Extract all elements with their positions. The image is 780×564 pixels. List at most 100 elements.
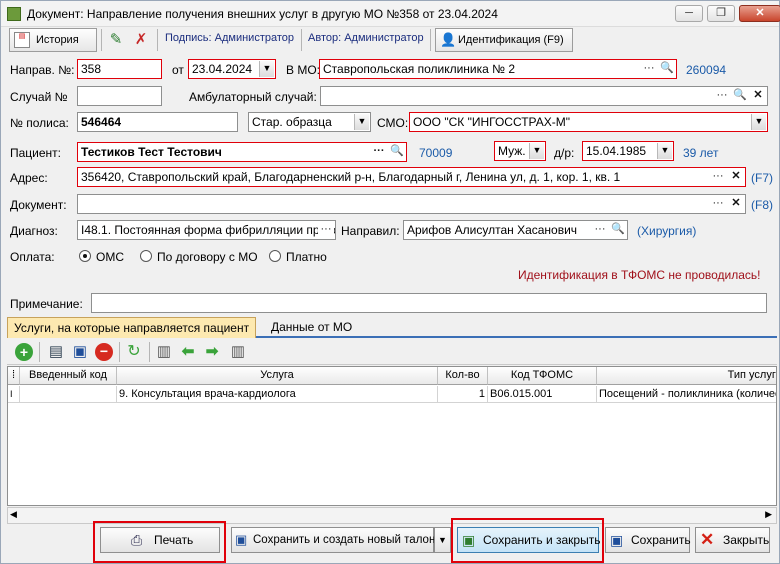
diagnosis-field[interactable]: I48.1. Постоянная форма фибрилляции пред… — [77, 220, 336, 240]
toolbar-separator — [39, 342, 40, 362]
chevron-down-icon[interactable]: ▼ — [529, 143, 544, 159]
ellipsis-icon[interactable]: ··· — [710, 169, 726, 185]
payment-option-oms[interactable]: ОМС — [96, 250, 124, 264]
address-value: 356420, Ставропольский край, Благодарнен… — [81, 170, 621, 184]
chevron-down-icon[interactable]: ▼ — [751, 114, 766, 130]
columns-icon[interactable]: ▥ — [155, 343, 173, 361]
columns-settings-icon[interactable]: ▥ — [229, 343, 247, 361]
payment-radio-contract[interactable] — [140, 250, 152, 262]
table-cell-service[interactable]: 9. Консультация врача-кардиолога — [117, 386, 438, 403]
case-number-input[interactable] — [77, 86, 162, 106]
save-new-dropdown[interactable]: ▼ — [434, 527, 451, 553]
dob-date-picker[interactable]: 15.04.1985 ▼ — [582, 141, 674, 161]
amb-case-label: Амбулаторный случай: — [189, 90, 317, 104]
refresh-icon[interactable]: ↻ — [125, 343, 143, 361]
print-label: Печать — [154, 533, 194, 547]
document-field[interactable]: ··· ✕ — [77, 194, 746, 214]
add-icon[interactable]: + — [15, 343, 33, 361]
note-input[interactable] — [91, 293, 767, 313]
column-header-quantity[interactable]: Кол-во — [438, 367, 488, 385]
maximize-button[interactable]: ❐ — [707, 5, 735, 22]
payment-option-paid[interactable]: Платно — [286, 250, 327, 264]
scroll-right-icon[interactable]: ▶ — [765, 509, 772, 520]
amb-case-field[interactable]: ··· 🔍 ✕ — [320, 86, 768, 106]
arrow-left-icon[interactable]: ⬅ — [179, 343, 197, 361]
policy-type-select[interactable]: Стар. образца ▼ — [248, 112, 371, 132]
save-close-label: Сохранить и закрыть — [483, 533, 601, 547]
services-grid[interactable]: ⁞ Введенный код Услуга Кол-во Код ТФОМС … — [7, 366, 777, 506]
column-header-service-type[interactable]: Тип услуги — [597, 367, 776, 385]
ellipsis-icon[interactable]: ··· — [592, 222, 608, 238]
scroll-left-icon[interactable]: ◀ — [10, 509, 17, 520]
sent-by-field[interactable]: Арифов Алисултан Хасанович ··· 🔍 — [403, 220, 628, 240]
ellipsis-icon[interactable]: ··· — [318, 222, 334, 238]
chevron-down-icon[interactable]: ▼ — [657, 143, 672, 159]
save-button[interactable]: ▣ Сохранить — [605, 527, 691, 553]
app-icon — [7, 7, 21, 21]
edit-icon[interactable]: ▤ — [47, 343, 65, 361]
chevron-down-icon[interactable]: ▼ — [259, 61, 274, 77]
dob-value: 15.04.1985 — [586, 144, 647, 158]
patient-field[interactable]: Тестиков Тест Тестович ··· 🔍 — [77, 142, 407, 162]
tab-services[interactable]: Услуги, на которые направляется пациент — [7, 317, 257, 338]
search-icon[interactable]: 🔍 — [659, 61, 675, 77]
document-hotkey: (F8) — [751, 198, 773, 212]
payment-option-contract[interactable]: По договору с МО — [157, 250, 258, 264]
close-window-button[interactable]: ✕ — [739, 5, 780, 22]
patient-label: Пациент: — [10, 146, 62, 160]
minimize-button[interactable]: ─ — [675, 5, 703, 22]
table-cell-entered-code[interactable] — [20, 386, 117, 403]
save-close-button[interactable]: ▣ Сохранить и закрыть — [457, 527, 601, 553]
payment-radio-oms[interactable] — [79, 250, 91, 262]
history-label: История — [36, 34, 79, 46]
table-cell-tfoms-code[interactable]: B06.015.001 — [488, 386, 597, 403]
save-label: Сохранить — [631, 533, 691, 547]
save-icon[interactable]: ▣ — [71, 343, 89, 361]
document-label: Документ: — [10, 198, 67, 212]
signature-info: Подпись: Администратор — [165, 32, 295, 44]
search-icon[interactable]: 🔍 — [732, 88, 748, 104]
clear-icon[interactable]: ✕ — [728, 169, 744, 185]
tab-mo-data[interactable]: Данные от МО — [265, 317, 358, 338]
mo-field[interactable]: Ставропольская поликлиника № 2 ··· 🔍 — [319, 59, 677, 79]
table-cell-quantity[interactable]: 1 — [438, 386, 488, 403]
address-field[interactable]: 356420, Ставропольский край, Благодарнен… — [77, 167, 746, 187]
search-icon[interactable]: 🔍 — [610, 222, 626, 238]
save-icon: ▣ — [610, 532, 624, 548]
sex-select[interactable]: Муж. ▼ — [494, 141, 546, 161]
ellipsis-icon[interactable]: ··· — [710, 196, 726, 212]
author-info: Автор: Администратор — [308, 32, 424, 44]
save-new-button[interactable]: ▣ Сохранить и создать новый талон — [231, 527, 436, 553]
patient-code-link[interactable]: 70009 — [419, 146, 452, 160]
column-header-tfoms-code[interactable]: Код ТФОМС — [488, 367, 597, 385]
mo-code-link[interactable]: 260094 — [686, 63, 726, 77]
naprav-date-picker[interactable]: 23.04.2024 ▼ — [188, 59, 276, 79]
arrow-right-icon[interactable]: ➡ — [203, 343, 221, 361]
ellipsis-icon[interactable]: ··· — [641, 61, 657, 77]
print-button[interactable]: ⎙ Печать — [100, 527, 220, 553]
unsign-icon[interactable]: ✗ — [131, 30, 151, 50]
policy-number-input[interactable]: 546464 — [77, 112, 238, 132]
row-indicator[interactable]: I — [8, 386, 20, 403]
clear-icon[interactable]: ✕ — [728, 196, 744, 212]
save-new-label: Сохранить и создать новый талон — [253, 534, 436, 546]
delete-icon[interactable]: − — [95, 343, 113, 361]
sent-by-department[interactable]: (Хирургия) — [637, 224, 696, 238]
table-cell-service-type[interactable]: Посещений - поликлиника (количество) — [597, 386, 776, 403]
naprav-number-input[interactable]: 358 — [77, 59, 162, 79]
sign-icon[interactable]: ✎ — [106, 30, 126, 50]
payment-radio-paid[interactable] — [269, 250, 281, 262]
search-icon[interactable]: 🔍 — [389, 144, 405, 160]
history-button[interactable]: ▤ История — [9, 28, 97, 52]
clear-icon[interactable]: ✕ — [750, 88, 766, 104]
ellipsis-icon[interactable]: ··· — [371, 144, 387, 160]
close-button[interactable]: ✕ Закрыть — [695, 527, 770, 553]
column-header-service[interactable]: Услуга — [117, 367, 438, 385]
chevron-down-icon[interactable]: ▼ — [354, 114, 369, 130]
ellipsis-icon[interactable]: ··· — [714, 88, 730, 104]
column-header-entered-code[interactable]: Введенный код — [20, 367, 117, 385]
identification-label: Идентификация (F9) — [458, 34, 564, 46]
smo-select[interactable]: ООО "СК "ИНГОССТРАХ-М" ▼ — [409, 112, 768, 132]
identification-button[interactable]: 👤 Идентификация (F9) — [435, 28, 573, 52]
naprav-date-value: 23.04.2024 — [192, 62, 253, 76]
